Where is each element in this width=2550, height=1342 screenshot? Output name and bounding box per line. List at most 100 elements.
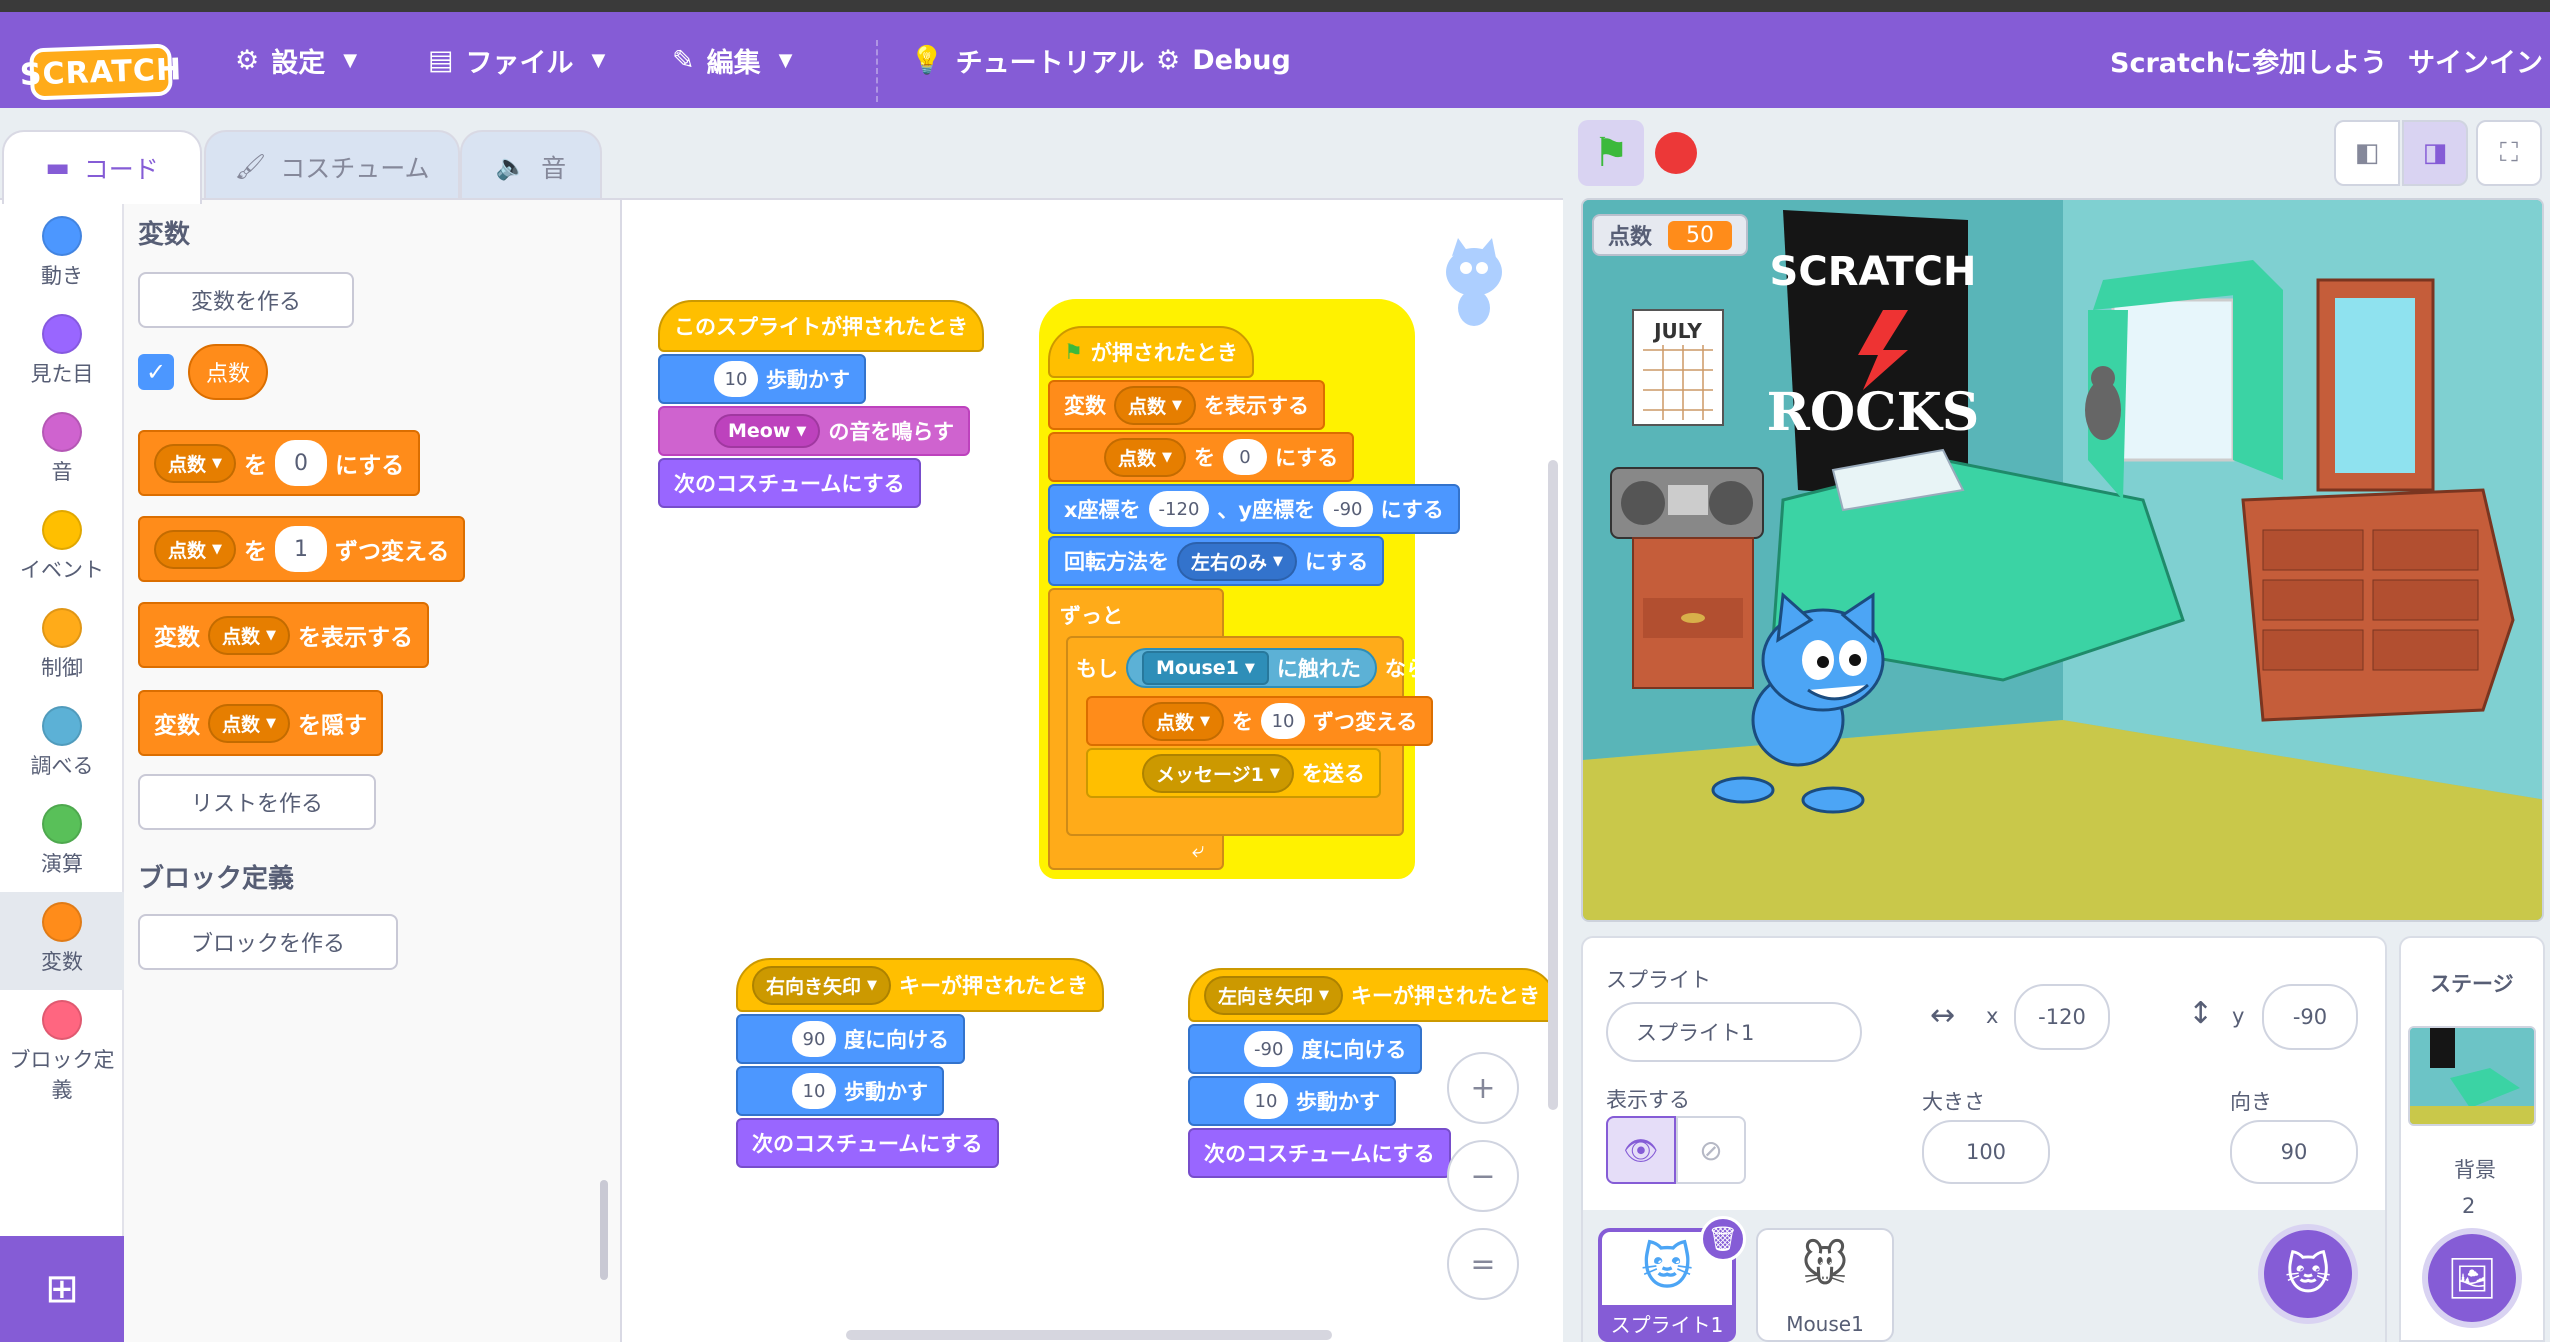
dropdown-label: 左右のみ [1191, 551, 1268, 574]
go-to-xy-block[interactable]: x座標を -120 、y座標を -90 にする [1048, 484, 1460, 534]
when-sprite-clicked-block[interactable]: このスプライトが押されたとき [658, 300, 984, 352]
file-menu[interactable]: ▤ ファイル ▼ [428, 12, 605, 108]
zoom-out-button[interactable]: − [1447, 1140, 1519, 1212]
message-dropdown[interactable]: メッセージ1 ▼ [1142, 753, 1294, 793]
workspace-horizontal-scrollbar[interactable] [846, 1330, 1332, 1340]
tab-code[interactable]: ▬ コード [2, 130, 202, 204]
broadcast-block[interactable]: メッセージ1 ▼ を送る [1086, 748, 1381, 798]
when-flag-clicked-block[interactable]: ⚑ が押されたとき [1048, 326, 1254, 378]
when-key-pressed-block[interactable]: 右向き矢印 ▼ キーが押されたとき [736, 958, 1105, 1012]
category-0[interactable]: 動き [0, 206, 124, 304]
zoom-reset-button[interactable]: = [1447, 1228, 1519, 1300]
next-costume-block[interactable]: 次のコスチュームにする [1188, 1128, 1451, 1178]
join-scratch-link[interactable]: Scratchに参加しよう [2110, 12, 2387, 108]
variable-monitor[interactable]: 点数 50 [1592, 214, 1749, 256]
category-4[interactable]: 制御 [0, 598, 124, 696]
x-input[interactable]: -120 [2014, 984, 2110, 1050]
variable-dropdown[interactable]: 点数 ▼ [1114, 385, 1197, 425]
variable-dropdown[interactable]: 点数 ▼ [1104, 437, 1187, 477]
value-input[interactable]: 10 [714, 361, 758, 397]
size-input[interactable]: 100 [1922, 1120, 2050, 1184]
variable-dropdown[interactable]: 点数 ▼ [154, 443, 237, 483]
category-8[interactable]: ブロック定義 [0, 990, 124, 1102]
hide-sprite-button[interactable]: ⊘ [1676, 1116, 1746, 1184]
value-input[interactable]: -90 [1244, 1031, 1294, 1067]
variable-dropdown[interactable]: 点数 ▼ [1142, 701, 1225, 741]
when-key-pressed-block[interactable]: 左向き矢印 ▼ キーが押されたとき [1188, 968, 1557, 1022]
point-in-direction-block[interactable]: 90 度に向ける [736, 1014, 965, 1064]
point-in-direction-block[interactable]: -90 度に向ける [1188, 1024, 1423, 1074]
delete-sprite-button[interactable]: 🗑 [1700, 1216, 1746, 1262]
start-sound-block[interactable]: Meow ▼ の音を鳴らす [658, 406, 970, 456]
make-variable-button[interactable]: 変数を作る [138, 272, 354, 328]
y-input[interactable]: -90 [2262, 984, 2358, 1050]
set-variable-block[interactable]: 点数 ▼ を 0 にする [138, 430, 421, 496]
sign-in-link[interactable]: サインイン [2408, 12, 2543, 108]
green-flag-button[interactable]: ⚑ [1578, 120, 1644, 186]
show-variable-block[interactable]: 変数 点数 ▼ を表示する [138, 602, 430, 668]
make-block-button[interactable]: ブロックを作る [138, 914, 398, 970]
sound-dropdown[interactable]: Meow ▼ [714, 414, 821, 448]
variable-reporter[interactable]: 点数 [188, 344, 269, 400]
hide-variable-block[interactable]: 変数 点数 ▼ を隠す [138, 690, 384, 756]
small-stage-button[interactable]: ◧ [2334, 120, 2400, 186]
backdrop-thumbnail[interactable] [2408, 1026, 2536, 1126]
move-steps-block[interactable]: 10 歩動かす [658, 354, 866, 404]
variable-checkbox[interactable]: ✓ [138, 354, 174, 390]
change-variable-block[interactable]: 点数 ▼ を 1 ずつ変える [138, 516, 466, 582]
touching-block[interactable]: Mouse1 ▼ に触れた [1126, 648, 1377, 688]
large-stage-button[interactable]: ◨ [2402, 120, 2468, 186]
scratch-logo[interactable]: SCRATCH [19, 43, 183, 101]
value-input[interactable]: 0 [275, 440, 328, 486]
sprite-tile-mouse1[interactable]: 🐭 Mouse1 [1756, 1228, 1894, 1342]
set-rotation-style-block[interactable]: 回転方法を 左右のみ ▼ にする [1048, 536, 1385, 586]
category-2[interactable]: 音 [0, 402, 124, 500]
y-input[interactable]: -90 [1323, 491, 1373, 527]
variable-dropdown[interactable]: 点数 ▼ [208, 703, 291, 743]
next-costume-block[interactable]: 次のコスチュームにする [736, 1118, 999, 1168]
choose-sprite-button[interactable]: 🐱 [2258, 1224, 2358, 1324]
stop-button[interactable] [1655, 132, 1697, 174]
tab-costumes[interactable]: 🖌 コスチューム [204, 130, 460, 202]
move-steps-block[interactable]: 10 歩動かす [736, 1066, 944, 1116]
category-7[interactable]: 変数 [0, 892, 124, 990]
zoom-in-button[interactable]: + [1447, 1052, 1519, 1124]
move-steps-block[interactable]: 10 歩動かす [1188, 1076, 1396, 1126]
rotation-dropdown[interactable]: 左右のみ ▼ [1177, 541, 1298, 581]
value-input[interactable]: 0 [1223, 439, 1268, 475]
value-input[interactable]: 10 [1261, 703, 1306, 739]
choose-backdrop-button[interactable]: 🖼 [2422, 1228, 2522, 1328]
key-dropdown[interactable]: 左向き矢印 ▼ [1204, 975, 1344, 1015]
value-input[interactable]: 1 [275, 526, 328, 572]
edit-menu[interactable]: ✎ 編集 ▼ [672, 12, 792, 108]
category-5[interactable]: 調べる [0, 696, 124, 794]
category-3[interactable]: イベント [0, 500, 124, 598]
show-sprite-button[interactable]: 👁 [1606, 1116, 1676, 1184]
category-6[interactable]: 演算 [0, 794, 124, 892]
value-input[interactable]: 10 [792, 1073, 836, 1109]
debug-button[interactable]: ⚙ Debug [1156, 12, 1291, 108]
add-extension-button[interactable]: ⊞ [0, 1236, 124, 1342]
stage-canvas[interactable]: JULY SCRATCH ROCKS [1581, 198, 2544, 922]
variable-dropdown[interactable]: 点数 ▼ [208, 615, 291, 655]
next-costume-block[interactable]: 次のコスチュームにする [658, 458, 921, 508]
sprite-name-input[interactable]: スプライト1 [1606, 1002, 1862, 1062]
settings-menu[interactable]: ⚙ 設定 ▼ [235, 12, 357, 108]
change-variable-block[interactable]: 点数 ▼ を 10 ずつ変える [1086, 696, 1434, 746]
key-dropdown[interactable]: 右向き矢印 ▼ [752, 965, 892, 1005]
set-variable-block[interactable]: 点数 ▼ を 0 にする [1048, 432, 1355, 482]
direction-input[interactable]: 90 [2230, 1120, 2358, 1184]
touching-dropdown[interactable]: Mouse1 ▼ [1142, 651, 1269, 685]
variable-dropdown[interactable]: 点数 ▼ [154, 529, 237, 569]
show-variable-block[interactable]: 変数 点数 ▼ を表示する [1048, 380, 1326, 430]
value-input[interactable]: 90 [792, 1021, 836, 1057]
palette-scrollbar[interactable] [600, 1180, 608, 1280]
fullscreen-button[interactable]: ⛶ [2476, 120, 2542, 186]
value-input[interactable]: 10 [1244, 1083, 1288, 1119]
make-list-button[interactable]: リストを作る [138, 774, 376, 830]
category-1[interactable]: 見た目 [0, 304, 124, 402]
workspace-vertical-scrollbar[interactable] [1548, 460, 1558, 1110]
x-input[interactable]: -120 [1148, 491, 1210, 527]
tutorials-button[interactable]: 💡 チュートリアル [910, 12, 1144, 108]
tab-sounds[interactable]: 🔈 音 [460, 130, 602, 202]
